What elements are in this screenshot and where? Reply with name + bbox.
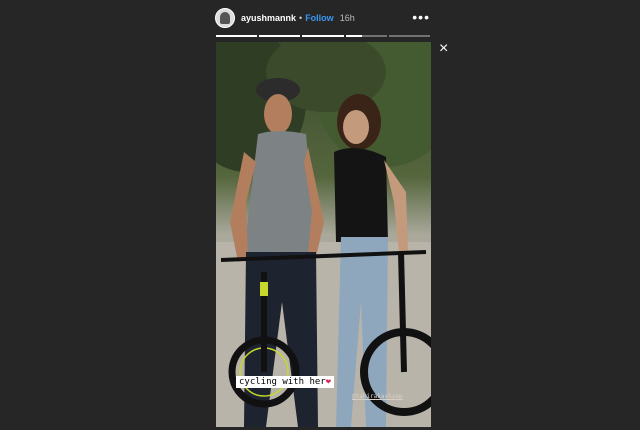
progress-segment-fill: [259, 35, 301, 37]
progress-segment: [345, 35, 387, 37]
more-options-icon[interactable]: •••: [412, 8, 430, 26]
story-photo: [216, 42, 431, 427]
progress-segment-fill: [345, 35, 363, 37]
caption-text: cycling with her: [239, 377, 326, 387]
follow-button[interactable]: Follow: [305, 13, 334, 23]
story-timestamp: 16h: [339, 13, 355, 23]
mention-tag[interactable]: @tahirakashyap: [352, 393, 403, 400]
story-image[interactable]: [216, 42, 431, 427]
progress-segment-fill: [302, 35, 344, 37]
progress-segment: [259, 35, 301, 37]
progress-segment-fill: [216, 35, 258, 37]
progress-segment: [216, 35, 258, 37]
story-caption: cycling with her❤: [236, 376, 335, 388]
heart-icon: ❤: [325, 377, 332, 387]
avatar[interactable]: [215, 8, 235, 28]
close-icon[interactable]: ×: [439, 41, 448, 57]
story-header: ayushmannk • Follow 16h •••: [215, 8, 430, 28]
progress-segment: [302, 35, 344, 37]
username-link[interactable]: ayushmannk: [241, 13, 296, 23]
separator-dot: •: [299, 13, 303, 23]
progress-segment: [388, 35, 431, 37]
story-progress-bar: [216, 35, 431, 37]
